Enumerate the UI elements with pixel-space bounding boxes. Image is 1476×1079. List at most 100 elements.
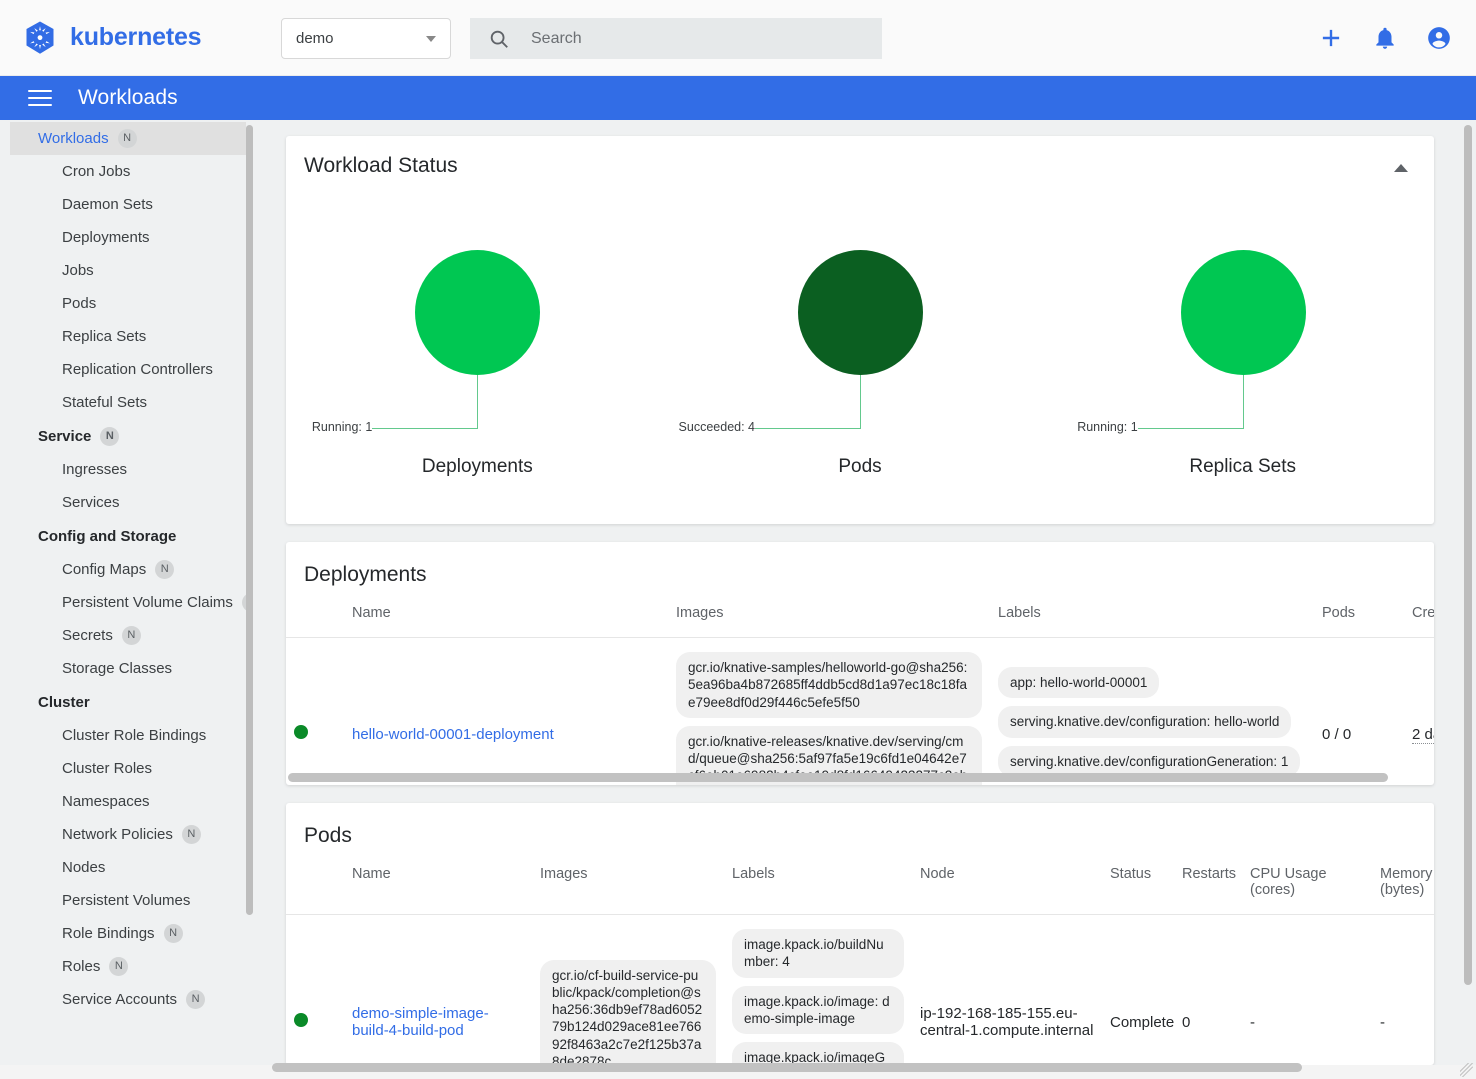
- chevron-down-icon: [426, 35, 436, 42]
- status-indicator-icon: [294, 1013, 308, 1028]
- sidebar-item-cluster[interactable]: Cluster: [10, 685, 250, 719]
- page-toolbar: Workloads: [0, 76, 1476, 120]
- deployments-hscrollbar-track[interactable]: [286, 773, 1434, 782]
- col-labels[interactable]: Labels: [724, 866, 912, 915]
- col-restarts[interactable]: Restarts: [1174, 866, 1242, 915]
- col-created[interactable]: Created: [1404, 605, 1434, 638]
- top-bar-actions: [1318, 0, 1452, 76]
- col-pods[interactable]: Pods: [1314, 605, 1404, 638]
- col-cpu-usage[interactable]: CPU Usage (cores): [1242, 866, 1372, 915]
- namespace-selector[interactable]: demo: [281, 18, 451, 59]
- chart-annotation: Running: 1: [1077, 420, 1138, 434]
- sidebar-item-label: Persistent Volumes: [62, 892, 191, 909]
- leader-line-vertical: [860, 375, 861, 429]
- sidebar-item-workloads[interactable]: Workloads N: [10, 122, 250, 155]
- deployment-name-link[interactable]: hello-world-00001-deployment: [352, 726, 554, 743]
- col-labels[interactable]: Labels: [990, 605, 1314, 638]
- search-input[interactable]: Search: [470, 18, 882, 59]
- sidebar-item-label: Config Maps: [62, 561, 147, 578]
- sidebar-item-role-bindings[interactable]: Role Bindings N: [10, 917, 250, 950]
- sidebar-item-service-accounts[interactable]: Service Accounts N: [10, 983, 250, 1016]
- leader-line-horizontal: [755, 428, 860, 429]
- sidebar-item-cluster-roles[interactable]: Cluster Roles: [10, 752, 250, 785]
- sidebar-item-config-and-storage[interactable]: Config and Storage: [10, 519, 250, 553]
- sidebar-item-services[interactable]: Services: [10, 486, 250, 519]
- col-status-text[interactable]: Status: [1102, 866, 1174, 915]
- sidebar-item-roles[interactable]: Roles N: [10, 950, 250, 983]
- sidebar-nav[interactable]: Workloads N Cron Jobs Daemon Sets Deployment…: [10, 122, 250, 1065]
- kubernetes-helm-icon: [26, 21, 54, 54]
- col-images[interactable]: Images: [668, 605, 990, 638]
- chevron-up-icon[interactable]: [1394, 164, 1408, 172]
- sidebar-item-namespaces[interactable]: Namespaces: [10, 785, 250, 818]
- namespaced-badge: N: [163, 924, 183, 943]
- row-labels-cell: app: hello-world-00001 serving.knative.d…: [990, 638, 1314, 786]
- label-chip: image.kpack.io/imageGeneration: 1: [732, 1042, 904, 1065]
- hamburger-menu-icon[interactable]: [28, 85, 52, 111]
- deployments-card: Deployments Name Images Labels Pods Crea…: [286, 542, 1434, 785]
- sidebar-item-cluster-role-bindings[interactable]: Cluster Role Bindings: [10, 719, 250, 752]
- sidebar-item-label: Namespaces: [62, 793, 150, 810]
- sidebar-item-deployments[interactable]: Deployments: [10, 221, 250, 254]
- bell-icon[interactable]: [1372, 25, 1398, 51]
- col-memory-usage[interactable]: Memory Usage (bytes): [1372, 866, 1434, 915]
- sidebar-item-storage-classes[interactable]: Storage Classes: [10, 652, 250, 685]
- sidebar-item-ingresses[interactable]: Ingresses: [10, 453, 250, 486]
- created-age: 2 days: [1412, 725, 1434, 744]
- sidebar-item-label: Services: [62, 494, 120, 511]
- page-hscrollbar-track[interactable]: [0, 1063, 1476, 1079]
- sidebar-item-network-policies[interactable]: Network Policies N: [10, 818, 250, 851]
- col-images[interactable]: Images: [532, 866, 724, 915]
- row-memory-cell: -: [1380, 1013, 1385, 1031]
- pods-title: Pods: [304, 824, 352, 847]
- kubernetes-dashboard: kubernetes demo Search Workloads Workloa…: [0, 0, 1476, 1079]
- sidebar-scrollbar-thumb[interactable]: [246, 125, 253, 915]
- sidebar-item-persistent-volumes[interactable]: Persistent Volumes: [10, 884, 250, 917]
- page-hscrollbar-thumb[interactable]: [272, 1063, 1302, 1072]
- sidebar-item-secrets[interactable]: Secrets N: [10, 619, 250, 652]
- image-chip: gcr.io/cf-build-service-public/kpack/com…: [540, 959, 716, 1065]
- row-labels-cell: image.kpack.io/buildNumber: 4 image.kpac…: [724, 915, 912, 1065]
- col-name[interactable]: Name: [344, 605, 668, 638]
- table-row[interactable]: demo-simple-image-build-4-build-pod gcr.…: [286, 915, 1434, 1065]
- sidebar-item-nodes[interactable]: Nodes: [10, 851, 250, 884]
- image-chip: gcr.io/knative-samples/helloworld-go@sha…: [676, 652, 982, 718]
- table-row[interactable]: hello-world-00001-deployment gcr.io/knat…: [286, 638, 1434, 786]
- brand-logo[interactable]: kubernetes: [22, 20, 202, 56]
- sidebar-item-label: Cluster Roles: [62, 760, 153, 777]
- plus-icon[interactable]: [1318, 25, 1344, 51]
- col-name[interactable]: Name: [344, 866, 532, 915]
- col-status[interactable]: [286, 866, 344, 915]
- workload-status-card: Workload Status Running: 1 Deployments Suc…: [286, 136, 1434, 524]
- sidebar-item-config-maps[interactable]: Config Maps N: [10, 553, 250, 586]
- sidebar-item-label: Ingresses: [62, 461, 128, 478]
- sidebar-item-cron-jobs[interactable]: Cron Jobs: [10, 155, 250, 188]
- deployments-hscrollbar-thumb[interactable]: [288, 773, 1388, 782]
- namespaced-badge: N: [186, 990, 206, 1009]
- sidebar-item-stateful-sets[interactable]: Stateful Sets: [10, 386, 250, 419]
- sidebar-item-persistent-volume-claims[interactable]: Persistent Volume ClaimsN: [10, 586, 250, 619]
- sidebar-item-daemon-sets[interactable]: Daemon Sets: [10, 188, 250, 221]
- col-status[interactable]: [286, 605, 344, 638]
- label-chip: image.kpack.io/image: demo-simple-image: [732, 985, 904, 1035]
- sidebar-item-service[interactable]: Service N: [10, 419, 250, 453]
- sidebar-item-replica-sets[interactable]: Replica Sets: [10, 320, 250, 353]
- pod-name-link[interactable]: demo-simple-image-build-4-build-pod: [352, 1005, 489, 1039]
- deployments-table: Name Images Labels Pods Created hello-wo…: [286, 605, 1434, 785]
- page-title: Workloads: [78, 86, 178, 109]
- page-scrollbar-thumb[interactable]: [1464, 125, 1472, 985]
- row-cpu-cell: -: [1250, 1013, 1255, 1031]
- sidebar-item-replication-controllers[interactable]: Replication Controllers: [10, 353, 250, 386]
- sidebar-item-pods[interactable]: Pods: [10, 287, 250, 320]
- namespaced-badge: N: [121, 626, 141, 645]
- row-pods-cell: 0 / 0: [1322, 725, 1352, 743]
- namespaced-badge: N: [109, 957, 129, 976]
- resize-handle[interactable]: [1460, 1063, 1474, 1077]
- workload-status-title: Workload Status: [304, 154, 458, 177]
- status-pie-chart: [415, 250, 541, 375]
- sidebar-item-label: Workloads: [38, 130, 109, 147]
- status-pie-chart: [798, 250, 923, 375]
- account-circle-icon[interactable]: [1426, 25, 1452, 51]
- col-node[interactable]: Node: [912, 866, 1102, 915]
- sidebar-item-jobs[interactable]: Jobs: [10, 254, 250, 287]
